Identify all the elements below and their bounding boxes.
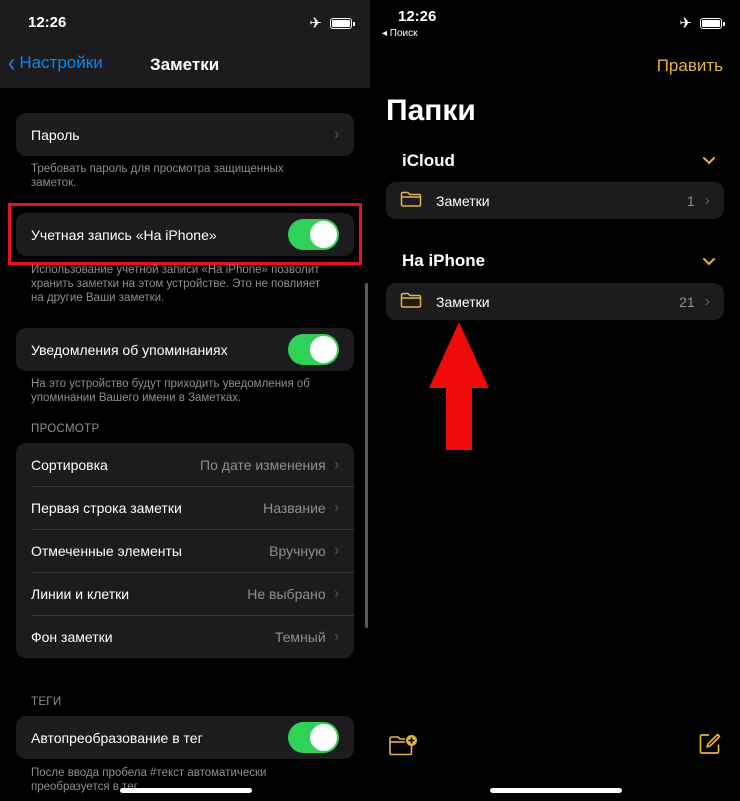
password-footnote: Требовать пароль для просмотра защищенны… bbox=[31, 163, 284, 189]
back-button[interactable]: ‹ Настройки bbox=[8, 47, 103, 78]
row-value: Не выбрано bbox=[247, 585, 326, 602]
row-label: Сортировка bbox=[31, 456, 108, 473]
compose-icon[interactable] bbox=[698, 732, 722, 761]
mentions-row: Уведомления об упоминаниях bbox=[16, 328, 354, 371]
status-time: 12:26 bbox=[398, 8, 437, 25]
mentions-toggle[interactable] bbox=[288, 334, 339, 365]
chevron-right-icon: › bbox=[334, 455, 339, 473]
folder-name: Заметки bbox=[436, 293, 490, 310]
page-title: Папки bbox=[386, 94, 476, 127]
scrollbar[interactable] bbox=[365, 283, 368, 628]
notes-folders-screen: 12:26 ◂ Поиск ✈ Править Папки iCloud Зам… bbox=[370, 0, 740, 801]
tags-group: Автопреобразование в тег bbox=[16, 716, 354, 759]
airplane-icon: ✈ bbox=[309, 15, 322, 32]
row-label: Линии и клетки bbox=[31, 585, 130, 602]
auto-tag-toggle[interactable] bbox=[288, 722, 339, 753]
row-value: Вручную bbox=[269, 542, 326, 559]
row-label: Отмеченные элементы bbox=[31, 542, 182, 559]
auto-tag-label: Автопреобразование в тег bbox=[31, 729, 203, 746]
red-arrow-annotation bbox=[429, 322, 489, 450]
mentions-label: Уведомления об упоминаниях bbox=[31, 341, 228, 358]
auto-tag-row: Автопреобразование в тег bbox=[16, 716, 354, 759]
sort-row[interactable]: Сортировка По дате изменения › bbox=[16, 443, 354, 486]
viewing-group: Сортировка По дате изменения › Первая ст… bbox=[16, 443, 354, 658]
row-value: Название bbox=[263, 499, 326, 516]
home-indicator[interactable] bbox=[120, 788, 252, 793]
viewing-section-header: ПРОСМОТР bbox=[31, 423, 100, 435]
new-folder-icon[interactable] bbox=[388, 734, 418, 761]
edit-button[interactable]: Править bbox=[657, 56, 723, 76]
first-line-row[interactable]: Первая строка заметки Название › bbox=[16, 486, 354, 529]
on-iphone-footnote: Использование учетной записи «На iPhone»… bbox=[31, 264, 321, 304]
row-value: Темный bbox=[274, 628, 326, 645]
status-time: 12:26 bbox=[28, 14, 67, 31]
back-label: Настройки bbox=[19, 53, 103, 72]
folder-count: 21 bbox=[679, 293, 695, 310]
note-background-row[interactable]: Фон заметки Темный › bbox=[16, 615, 354, 658]
red-highlight-box bbox=[8, 203, 362, 265]
page-title: Заметки bbox=[150, 55, 220, 74]
password-row[interactable]: Пароль › bbox=[16, 113, 354, 156]
chevron-right-icon: › bbox=[704, 292, 710, 310]
section-title-icloud[interactable]: iCloud bbox=[402, 151, 455, 171]
checked-items-row[interactable]: Отмеченные элементы Вручную › bbox=[16, 529, 354, 572]
chevron-left-icon: ‹ bbox=[8, 47, 16, 78]
status-icons: ✈ bbox=[309, 15, 355, 32]
status-icons: ✈ bbox=[679, 15, 725, 32]
chevron-right-icon: › bbox=[334, 498, 339, 516]
row-label: Первая строка заметки bbox=[31, 499, 182, 516]
folder-row-iphone-notes[interactable]: Заметки 21 › bbox=[386, 283, 724, 320]
password-label: Пароль bbox=[31, 126, 80, 143]
row-value: По дате изменения bbox=[200, 456, 326, 473]
lines-grids-row[interactable]: Линии и клетки Не выбрано › bbox=[16, 572, 354, 615]
back-to-search-link[interactable]: ◂ Поиск bbox=[382, 28, 418, 39]
folder-icon bbox=[400, 191, 422, 210]
row-label: Фон заметки bbox=[31, 628, 113, 645]
battery-icon bbox=[330, 18, 355, 29]
chevron-right-icon: › bbox=[334, 627, 339, 645]
password-group: Пароль › bbox=[16, 113, 354, 156]
folder-name: Заметки bbox=[436, 192, 490, 209]
chevron-right-icon: › bbox=[334, 125, 339, 143]
tags-section-header: ТЕГИ bbox=[31, 696, 62, 708]
folder-row-icloud-notes[interactable]: Заметки 1 › bbox=[386, 182, 724, 219]
folder-icon bbox=[400, 292, 422, 311]
chevron-right-icon: › bbox=[704, 191, 710, 209]
folder-count: 1 bbox=[686, 192, 695, 209]
settings-notes-screen: 12:26 ✈ ‹ Настройки Заметки Пароль › Тре… bbox=[0, 0, 370, 801]
chevron-down-icon[interactable] bbox=[702, 153, 716, 169]
home-indicator[interactable] bbox=[490, 788, 622, 793]
chevron-down-icon[interactable] bbox=[702, 254, 716, 270]
airplane-icon: ✈ bbox=[679, 15, 692, 32]
mentions-group: Уведомления об упоминаниях bbox=[16, 328, 354, 371]
section-title-on-iphone[interactable]: На iPhone bbox=[402, 251, 485, 271]
battery-icon bbox=[700, 18, 725, 29]
nav-bar: 12:26 ✈ ‹ Настройки Заметки bbox=[0, 0, 370, 88]
mentions-footnote: На это устройство будут приходить уведом… bbox=[31, 378, 310, 404]
chevron-right-icon: › bbox=[334, 584, 339, 602]
chevron-right-icon: › bbox=[334, 541, 339, 559]
